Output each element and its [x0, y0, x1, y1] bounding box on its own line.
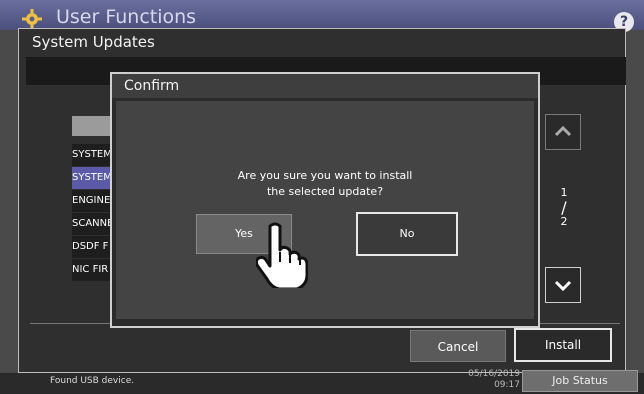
- dialog-message-line-2: the selected update?: [266, 185, 384, 198]
- dialog-message: Are you sure you want to install the sel…: [180, 168, 470, 200]
- app-title: User Functions: [56, 6, 197, 28]
- dialog-body: [116, 101, 534, 319]
- dialog-message-line-1: Are you sure you want to install: [237, 169, 413, 182]
- page-total: 2: [560, 215, 568, 228]
- list-item-selected[interactable]: SYSTEM: [72, 167, 112, 189]
- date-time: 05/16/2019 09:17: [458, 369, 520, 391]
- chevron-up-icon: [554, 125, 572, 137]
- pointing-hand-icon: [256, 222, 308, 288]
- cancel-button[interactable]: Cancel: [410, 330, 506, 362]
- list-item[interactable]: ENGINE: [72, 190, 112, 212]
- dialog-title: Confirm: [124, 78, 180, 94]
- date-label: 05/16/2019: [468, 369, 520, 379]
- chevron-down-icon: [554, 280, 572, 292]
- job-status-button[interactable]: Job Status: [522, 370, 638, 392]
- scroll-down-button[interactable]: [545, 267, 581, 303]
- list-item[interactable]: SYSTEM: [72, 144, 112, 166]
- panel-title: System Updates: [32, 33, 155, 51]
- status-message: Found USB device.: [50, 376, 135, 386]
- no-button[interactable]: No: [356, 212, 458, 256]
- install-button[interactable]: Install: [514, 328, 612, 362]
- list-item[interactable]: SCANNE: [72, 213, 112, 235]
- scroll-up-button[interactable]: [545, 114, 581, 150]
- gear-icon: [22, 9, 42, 29]
- list-item[interactable]: NIC FIR: [72, 259, 112, 281]
- time-label: 09:17: [494, 380, 520, 390]
- list-header: [72, 116, 112, 136]
- list-item[interactable]: DSDF F: [72, 236, 112, 258]
